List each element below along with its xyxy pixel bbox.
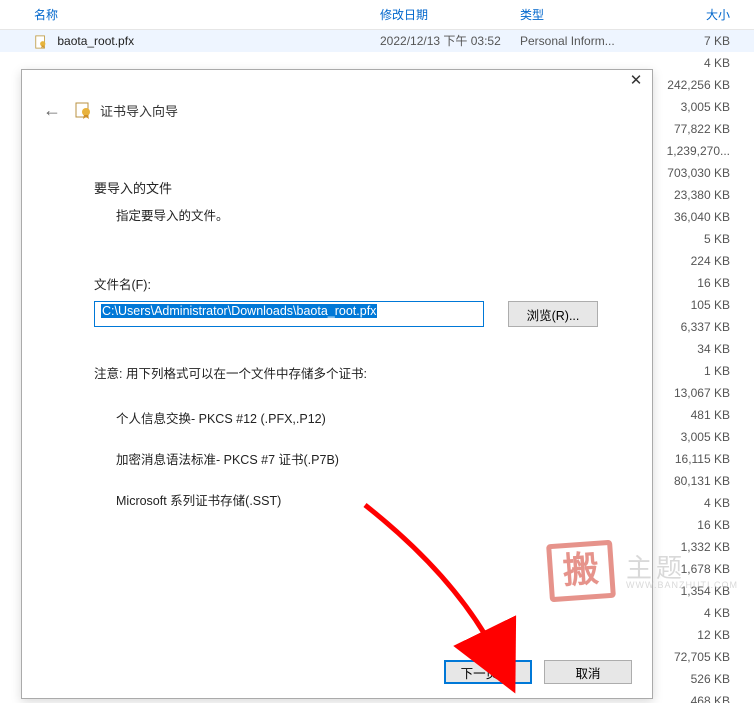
table-row[interactable]: baota_root.pfx 2022/12/13 下午 03:52 Perso…	[0, 30, 754, 52]
file-size: 1,332 KB	[650, 536, 748, 558]
column-type[interactable]: 类型	[520, 6, 650, 23]
file-modified: 2022/12/13 下午 03:52	[380, 30, 520, 52]
file-size: 1,354 KB	[650, 580, 748, 602]
file-size: 1,678 KB	[650, 558, 748, 580]
file-size: 703,030 KB	[650, 162, 748, 184]
back-arrow-icon[interactable]: ←	[40, 98, 64, 122]
column-modified[interactable]: 修改日期	[380, 6, 520, 23]
cancel-button[interactable]: 取消	[544, 660, 632, 684]
file-size: 242,256 KB	[650, 74, 748, 96]
file-size: 105 KB	[650, 294, 748, 316]
file-size: 3,005 KB	[650, 96, 748, 118]
format-item: 加密消息语法标准- PKCS #7 证书(.P7B)	[116, 449, 608, 468]
certificate-import-wizard-dialog: ✕ ← 证书导入向导 要导入的文件 指定要导入的文件。 文件名(F): C:\U…	[21, 69, 653, 699]
file-size: 13,067 KB	[650, 382, 748, 404]
column-name[interactable]: 名称	[0, 6, 380, 23]
format-item: Microsoft 系列证书存储(.SST)	[116, 490, 608, 509]
file-size: 16,115 KB	[650, 448, 748, 470]
file-size: 80,131 KB	[650, 470, 748, 492]
format-item: 个人信息交换- PKCS #12 (.PFX,.P12)	[116, 408, 608, 427]
filepath-value: C:\Users\Administrator\Downloads\baota_r…	[101, 304, 377, 318]
file-size: 3,005 KB	[650, 426, 748, 448]
file-name: baota_root.pfx	[57, 34, 134, 48]
file-size: 4 KB	[650, 492, 748, 514]
file-size: 34 KB	[650, 338, 748, 360]
file-size: 4 KB	[650, 52, 748, 74]
file-size: 16 KB	[650, 514, 748, 536]
column-header-row: 名称 修改日期 类型 大小	[0, 0, 754, 30]
file-size: 6,337 KB	[650, 316, 748, 338]
file-size: 36,040 KB	[650, 206, 748, 228]
column-size[interactable]: 大小	[650, 6, 748, 23]
file-size: 224 KB	[650, 250, 748, 272]
file-type: Personal Inform...	[520, 30, 650, 52]
filename-label: 文件名(F):	[94, 274, 608, 293]
file-size: 526 KB	[650, 668, 748, 690]
browse-button[interactable]: 浏览(R)...	[508, 301, 598, 327]
file-size: 1 KB	[650, 360, 748, 382]
file-size: 1,239,270...	[650, 140, 748, 162]
file-size: 72,705 KB	[650, 646, 748, 668]
formats-note: 注意: 用下列格式可以在一个文件中存储多个证书:	[94, 363, 608, 382]
section-subtext: 指定要导入的文件。	[94, 205, 608, 224]
wizard-cert-icon	[74, 101, 92, 119]
filepath-input[interactable]: C:\Users\Administrator\Downloads\baota_r…	[94, 301, 484, 327]
file-size: 5 KB	[650, 228, 748, 250]
file-size: 468 KB	[650, 690, 748, 703]
file-size: 77,822 KB	[650, 118, 748, 140]
file-size: 16 KB	[650, 272, 748, 294]
file-size: 12 KB	[650, 624, 748, 646]
file-size: 23,380 KB	[650, 184, 748, 206]
certificate-file-icon	[34, 34, 48, 48]
close-icon[interactable]: ✕	[628, 74, 644, 90]
dialog-title: 证书导入向导	[100, 101, 178, 120]
section-heading: 要导入的文件	[94, 178, 608, 197]
file-size: 7 KB	[650, 30, 748, 52]
next-button[interactable]: 下一页(N)	[444, 660, 532, 684]
file-size: 481 KB	[650, 404, 748, 426]
file-size: 4 KB	[650, 602, 748, 624]
